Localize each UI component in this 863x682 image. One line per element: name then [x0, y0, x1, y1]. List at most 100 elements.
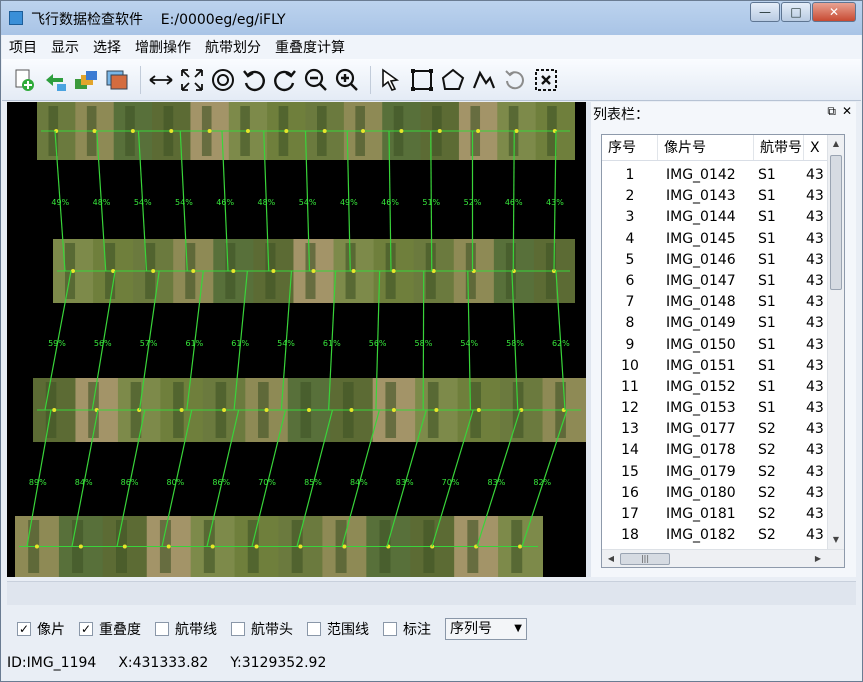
table-row[interactable]: 1 IMG_0142 S1 43 [602, 165, 828, 186]
col-header-strip-id[interactable]: 航带号 [754, 135, 804, 160]
layers-icon[interactable] [72, 66, 100, 94]
photo-center-point[interactable] [298, 544, 303, 549]
table-row[interactable]: 6 IMG_0147 S1 43 [602, 271, 828, 292]
horizontal-splitter[interactable] [7, 581, 856, 605]
photo-center-point[interactable] [122, 544, 127, 549]
menu-edit[interactable]: 增删操作 [128, 37, 198, 57]
minimize-button[interactable]: — [750, 2, 780, 22]
rotate-left-icon[interactable] [240, 66, 268, 94]
photo-center-point[interactable] [361, 129, 366, 133]
photo-checkbox[interactable]: ✓ [17, 622, 31, 636]
photo-center-point[interactable] [307, 408, 311, 412]
photo-center-point[interactable] [222, 408, 227, 412]
photo-center-point[interactable] [210, 544, 215, 549]
photo-center-point[interactable] [191, 269, 196, 273]
close-panel-button[interactable]: ✕ [842, 104, 852, 119]
photo-center-point[interactable] [437, 129, 442, 133]
photo-center-point[interactable] [52, 408, 57, 412]
photo-center-point[interactable] [391, 269, 396, 273]
table-row[interactable]: 12 IMG_0153 S1 43 [602, 398, 828, 419]
option-overlap[interactable]: ✓ 重叠度 [79, 619, 141, 639]
close-button[interactable]: ✕ [812, 2, 856, 22]
scroll-left-icon[interactable]: ◀ [603, 551, 619, 567]
photo-center-point[interactable] [231, 269, 236, 273]
col-header-photo-id[interactable]: 像片号 [658, 135, 754, 160]
table-row[interactable]: 10 IMG_0151 S1 43 [602, 356, 828, 377]
scroll-up-icon[interactable]: ▲ [828, 136, 844, 152]
photo-center-point[interactable] [78, 544, 83, 549]
annotation-checkbox[interactable] [383, 622, 397, 636]
flight-strip-map[interactable]: 49% 48% 54% 54% 46% 48% 54% 49% 46% 51% 52% 46% 43% 5… [7, 102, 586, 577]
table-row[interactable]: 18 IMG_0182 S2 43 [602, 525, 828, 546]
option-strip-line[interactable]: 航带线 [155, 619, 217, 639]
table-row[interactable]: 5 IMG_0146 S1 43 [602, 250, 828, 271]
photo-center-point[interactable] [245, 129, 250, 133]
polygon-select-icon[interactable] [439, 66, 467, 94]
image-stack-icon[interactable] [103, 66, 131, 94]
full-extent-icon[interactable] [178, 66, 206, 94]
table-row[interactable]: 17 IMG_0181 S2 43 [602, 504, 828, 525]
col-header-x[interactable]: X [804, 135, 828, 160]
photo-center-point[interactable] [151, 269, 156, 273]
table-row[interactable]: 2 IMG_0143 S1 43 [602, 186, 828, 207]
table-row[interactable]: 14 IMG_0178 S2 43 [602, 440, 828, 461]
vertical-scroll-thumb[interactable] [830, 155, 842, 290]
rectangle-select-icon[interactable] [408, 66, 436, 94]
photo-center-point[interactable] [476, 129, 481, 133]
table-row[interactable]: 11 IMG_0152 S1 43 [602, 377, 828, 398]
menu-select[interactable]: 选择 [86, 37, 128, 57]
label-field-select[interactable]: 序列号 ▼ [445, 618, 527, 640]
photo-center-point[interactable] [476, 408, 481, 412]
photo-center-point[interactable] [130, 129, 135, 133]
photo-center-point[interactable] [179, 408, 184, 412]
scroll-down-icon[interactable]: ▼ [828, 532, 844, 548]
strip-line-checkbox[interactable] [155, 622, 169, 636]
map-view[interactable]: 49% 48% 54% 54% 46% 48% 54% 49% 46% 51% 52% 46% 43% 5… [7, 102, 586, 577]
photo-center-point[interactable] [271, 269, 276, 273]
polyline-select-icon[interactable] [470, 66, 498, 94]
option-boundary[interactable]: 范围线 [307, 619, 369, 639]
photo-center-point[interactable] [264, 408, 269, 412]
photo-center-point[interactable] [514, 129, 519, 133]
table-row[interactable]: 9 IMG_0150 S1 43 [602, 335, 828, 356]
maximize-button[interactable]: □ [781, 2, 811, 22]
select-arrow-icon[interactable] [377, 66, 405, 94]
menu-project[interactable]: 项目 [2, 37, 44, 57]
table-row[interactable]: 4 IMG_0145 S1 43 [602, 229, 828, 250]
menu-display[interactable]: 显示 [44, 37, 86, 57]
photo-center-point[interactable] [434, 408, 439, 412]
photo-center-point[interactable] [399, 129, 404, 133]
table-row[interactable]: 16 IMG_0180 S2 43 [602, 483, 828, 504]
zoom-in-icon[interactable] [333, 66, 361, 94]
photo-center-point[interactable] [169, 129, 174, 133]
option-strip-head[interactable]: 航带头 [231, 619, 293, 639]
strip-head-checkbox[interactable] [231, 622, 245, 636]
photo-center-point[interactable] [166, 544, 171, 549]
photo-center-point[interactable] [254, 544, 259, 549]
table-row[interactable]: 8 IMG_0149 S1 43 [602, 313, 828, 334]
menu-overlap-calc[interactable]: 重叠度计算 [268, 37, 352, 57]
photo-center-point[interactable] [391, 408, 396, 412]
table-row[interactable]: 15 IMG_0179 S2 43 [602, 462, 828, 483]
table-row[interactable]: 7 IMG_0148 S1 43 [602, 292, 828, 313]
horizontal-scroll-thumb[interactable]: ||| [620, 553, 670, 565]
table-row[interactable]: 3 IMG_0144 S1 43 [602, 207, 828, 228]
table-row[interactable]: 13 IMG_0177 S2 43 [602, 419, 828, 440]
photo-center-point[interactable] [71, 269, 76, 273]
import-icon[interactable] [41, 66, 69, 94]
boundary-checkbox[interactable] [307, 622, 321, 636]
delete-selection-icon[interactable] [532, 66, 560, 94]
col-header-index[interactable]: 序号 [602, 135, 658, 160]
overlap-checkbox[interactable]: ✓ [79, 622, 93, 636]
photo-center-point[interactable] [311, 269, 316, 273]
option-photo[interactable]: ✓ 像片 [17, 619, 65, 639]
zoom-out-icon[interactable] [302, 66, 330, 94]
add-project-icon[interactable] [10, 66, 38, 94]
pan-horizontal-icon[interactable] [147, 66, 175, 94]
photo-center-point[interactable] [322, 129, 327, 133]
photo-center-point[interactable] [349, 408, 354, 412]
photo-center-point[interactable] [518, 544, 523, 549]
menu-strip-division[interactable]: 航带划分 [198, 37, 268, 57]
option-annotation[interactable]: 标注 [383, 619, 431, 639]
rotate-right-icon[interactable] [271, 66, 299, 94]
